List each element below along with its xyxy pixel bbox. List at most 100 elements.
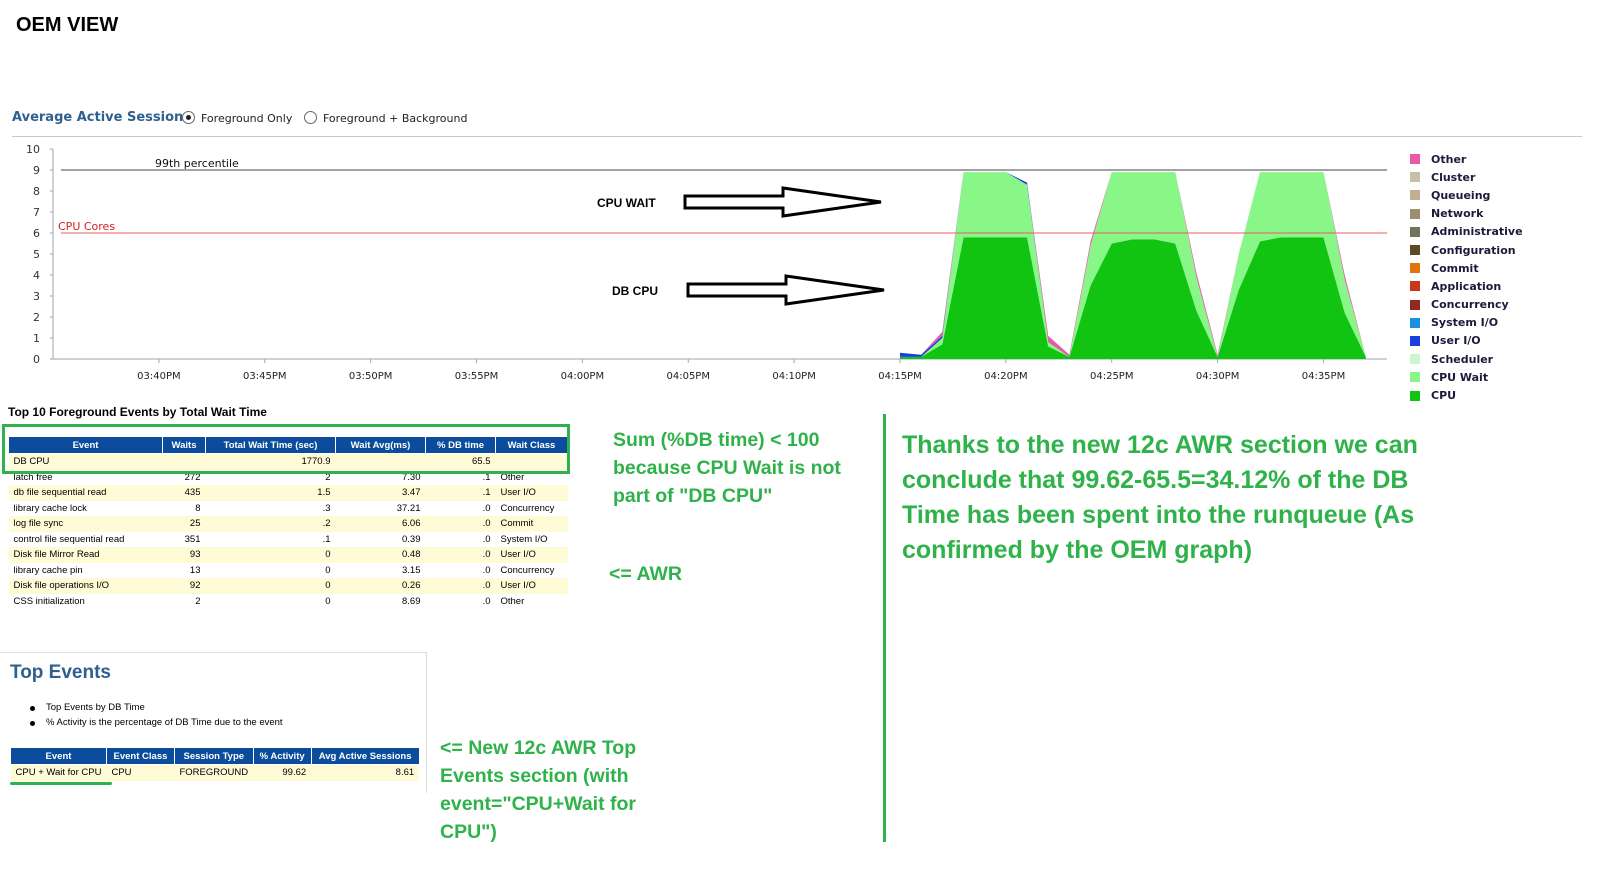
- fg-events-cell: CSS initialization: [8, 593, 163, 609]
- fg-events-cell: Concurrency: [495, 500, 568, 516]
- fg-events-cell: .3: [205, 500, 336, 516]
- fg-events-row: CSS initialization 2 0 8.69.0 Other: [8, 593, 568, 609]
- top-events-column-header: Event Class: [105, 747, 175, 765]
- fg-events-cell: .1: [425, 485, 496, 501]
- fg-events-cell: db file sequential read: [8, 485, 163, 501]
- x-tick-label: 04:35PM: [1302, 371, 1345, 382]
- legend-item: Configuration: [1410, 241, 1523, 259]
- top-events-title: Top Events: [10, 662, 111, 683]
- sum-db-time-note: Sum (%DB time) < 100 because CPU Wait is…: [613, 429, 841, 507]
- aas-title: Average Active Sessions: [12, 110, 192, 125]
- legend-label: Commit: [1431, 261, 1479, 275]
- legend-item: CPU: [1410, 386, 1523, 404]
- legend-label: CPU Wait: [1431, 370, 1489, 384]
- fg-events-cell: 92: [162, 578, 206, 594]
- fg-events-cell: log file sync: [8, 516, 163, 532]
- top-events-cell: CPU: [106, 764, 175, 781]
- legend-label: Queueing: [1431, 188, 1491, 202]
- fg-events-row: log file sync 25.2 6.06.0 Commit: [8, 516, 568, 532]
- db-cpu-label: DB CPU: [612, 284, 658, 298]
- radio-foreground-background[interactable]: Foreground + Background: [304, 111, 467, 125]
- fg-events-cell: 0: [205, 547, 336, 563]
- x-tick-label: 04:05PM: [666, 371, 709, 382]
- fg-events-cell: library cache lock: [8, 500, 163, 516]
- fg-events-cell: Other: [495, 593, 568, 609]
- fg-events-cell: 1.5: [205, 485, 336, 501]
- radio-selected-icon: [182, 111, 195, 124]
- top-events-bullets: Top Events by DB Time% Activity is the p…: [30, 702, 283, 732]
- y-tick-label: 10: [26, 143, 40, 156]
- legend-item: User I/O: [1410, 332, 1523, 350]
- legend-swatch: [1410, 263, 1420, 274]
- top-events-row: CPU + Wait for CPU CPU FOREGROUND 99.62 8.61: [10, 764, 420, 781]
- top-events-column-header: % Activity: [252, 747, 312, 765]
- fg-events-cell: control file sequential read: [8, 531, 163, 547]
- fg-events-cell: 8.69: [335, 593, 426, 609]
- legend-swatch: [1410, 299, 1420, 310]
- fg-events-cell: User I/O: [495, 547, 568, 563]
- y-tick-label: 9: [33, 164, 40, 177]
- legend-label: Concurrency: [1431, 298, 1509, 312]
- y-tick-label: 6: [33, 227, 40, 240]
- cpu-wait-underline: [10, 782, 112, 785]
- legend-item: Administrative: [1410, 223, 1523, 241]
- conclusion-note: Thanks to the new 12c AWR section we can…: [902, 431, 1418, 564]
- fg-events-row: db file sequential read 435 1.5 3.47.1 User …: [8, 485, 568, 501]
- legend-swatch: [1410, 208, 1420, 219]
- fg-events-row: control file sequential read 351.1 0.39.0 S…: [8, 531, 568, 547]
- legend-label: CPU: [1431, 389, 1457, 403]
- top-events-table: Event Event Class Session Type% Activity Av…: [10, 747, 420, 781]
- fg-events-cell: library cache pin: [8, 562, 163, 578]
- fg-events-cell: 37.21: [335, 500, 426, 516]
- legend-swatch: [1410, 190, 1420, 201]
- radio-foreground-only[interactable]: Foreground Only: [182, 111, 292, 125]
- awr-pointer-note: <= AWR: [609, 563, 682, 585]
- fg-events-cell: 0.26: [335, 578, 426, 594]
- legend-label: System I/O: [1431, 316, 1499, 330]
- top-events-cell: CPU + Wait for CPU: [10, 764, 107, 781]
- legend-swatch: [1410, 390, 1420, 401]
- top-events-cell: FOREGROUND: [174, 764, 254, 781]
- top-events-column-header: Avg Active Sessions: [310, 747, 420, 765]
- fg-events-cell: .0: [425, 578, 496, 594]
- legend-label: Scheduler: [1431, 352, 1494, 366]
- fg-events-cell: Disk file operations I/O: [8, 578, 163, 594]
- y-tick-label: 3: [33, 290, 40, 303]
- top-events-header-row: Event Event Class Session Type% Activity Av…: [10, 747, 420, 765]
- x-tick-label: 04:25PM: [1090, 371, 1133, 382]
- fg-events-cell: Concurrency: [495, 562, 568, 578]
- x-tick-label: 04:30PM: [1196, 371, 1239, 382]
- legend-item: Other: [1410, 150, 1523, 168]
- legend-swatch: [1410, 245, 1420, 256]
- legend-item: Concurrency: [1410, 296, 1523, 314]
- legend-label: Cluster: [1431, 170, 1476, 184]
- fg-events-cell: User I/O: [495, 578, 568, 594]
- legend-swatch: [1410, 172, 1420, 183]
- y-tick-label: 2: [33, 311, 40, 324]
- legend-label: User I/O: [1431, 334, 1481, 348]
- fg-events-cell: .0: [425, 500, 496, 516]
- fg-events-cell: System I/O: [495, 531, 568, 547]
- fg-events-cell: 13: [162, 562, 206, 578]
- fg-events-cell: 2: [162, 593, 206, 609]
- x-tick-label: 03:40PM: [137, 371, 180, 382]
- fg-events-cell: .0: [425, 547, 496, 563]
- fg-events-cell: 6.06: [335, 516, 426, 532]
- fg-events-cell: Disk file Mirror Read: [8, 547, 163, 563]
- fg-events-title: Top 10 Foreground Events by Total Wait T…: [8, 405, 267, 419]
- legend-swatch: [1410, 372, 1420, 383]
- legend-swatch: [1410, 226, 1420, 237]
- radio-unselected-icon: [304, 111, 317, 124]
- fg-events-cell: 0: [205, 593, 336, 609]
- top-events-bullet: Top Events by DB Time: [30, 702, 283, 717]
- x-tick-label: 04:20PM: [984, 371, 1027, 382]
- fg-events-cell: .0: [425, 593, 496, 609]
- legend-item: Scheduler: [1410, 350, 1523, 368]
- legend-item: System I/O: [1410, 314, 1523, 332]
- x-tick-label: 03:45PM: [243, 371, 286, 382]
- legend-label: Administrative: [1431, 225, 1523, 239]
- aas-header: Average Active Sessions Foreground Only …: [12, 110, 1582, 137]
- fg-events-cell: .0: [425, 516, 496, 532]
- fg-events-cell: 3.47: [335, 485, 426, 501]
- fg-events-cell: .2: [205, 516, 336, 532]
